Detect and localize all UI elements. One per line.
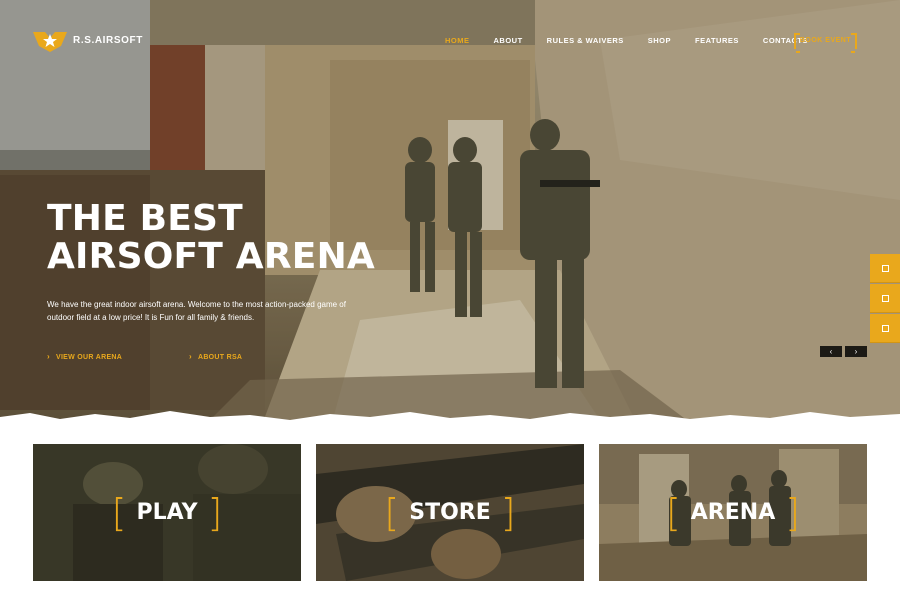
card-store[interactable]: [ STORE ] xyxy=(316,444,584,581)
card-arena-title: ARENA xyxy=(690,500,776,525)
chevron-left-icon: ‹ xyxy=(829,347,833,356)
card-play[interactable]: [ PLAY ] xyxy=(33,444,301,581)
card-arena[interactable]: [ ARENA ] xyxy=(599,444,867,581)
site-header: R.S.AIRSOFT HOME ABOUT RULES & WAIVERS S… xyxy=(0,0,900,82)
bracket-left: [ xyxy=(111,490,127,535)
nav-item-features[interactable]: FEATURES xyxy=(695,36,739,45)
bracket-right: ] xyxy=(785,490,801,535)
bracket-left: [ xyxy=(665,490,681,535)
hero-title: THE BEST AIRSOFT ARENA xyxy=(47,200,375,276)
nav-item-home[interactable]: HOME xyxy=(445,36,470,45)
brand-logo[interactable]: R.S.AIRSOFT xyxy=(33,28,143,52)
bracket-right: ] xyxy=(500,490,516,535)
nav-item-about[interactable]: ABOUT xyxy=(494,36,523,45)
view-arena-label: VIEW OUR ARENA xyxy=(55,354,123,361)
hero-title-line1: THE BEST xyxy=(47,198,243,239)
square-icon xyxy=(881,294,889,302)
main-nav: HOME ABOUT RULES & WAIVERS SHOP FEATURES… xyxy=(445,36,832,45)
card-play-title: PLAY xyxy=(136,500,198,525)
slider-prev-button[interactable]: ‹ xyxy=(820,346,842,357)
card-store-title: STORE xyxy=(409,500,491,525)
hero-description: We have the great indoor airsoft arena. … xyxy=(47,300,346,322)
slider-next-button[interactable]: › xyxy=(845,346,867,357)
book-event-button[interactable]: BOOK EVENT xyxy=(794,33,857,53)
book-event-label: BOOK EVENT xyxy=(799,37,852,44)
chevron-right-icon: › xyxy=(189,352,192,361)
square-icon xyxy=(881,264,889,272)
card-play-label: [ PLAY ] xyxy=(33,490,301,535)
torn-paper-edge xyxy=(0,411,900,430)
side-tab-3[interactable] xyxy=(870,314,900,343)
square-icon xyxy=(881,324,889,332)
star-wings-emblem-icon xyxy=(33,32,67,52)
view-arena-link[interactable]: › VIEW OUR ARENA xyxy=(47,352,122,361)
hero-title-line2: AIRSOFT ARENA xyxy=(47,236,375,277)
bracket-right: ] xyxy=(207,490,223,535)
about-rsa-link[interactable]: › ABOUT RSA xyxy=(189,352,242,361)
nav-item-rules-waivers[interactable]: RULES & WAIVERS xyxy=(547,36,624,45)
card-arena-label: [ ARENA ] xyxy=(599,490,867,535)
chevron-right-icon: › xyxy=(854,347,858,356)
chevron-right-icon: › xyxy=(47,352,50,361)
side-tab-2[interactable] xyxy=(870,284,900,313)
card-store-label: [ STORE ] xyxy=(316,490,584,535)
bracket-left: [ xyxy=(384,490,400,535)
side-tab-1[interactable] xyxy=(870,254,900,283)
brand-name: R.S.AIRSOFT xyxy=(73,34,143,46)
about-rsa-label: ABOUT RSA xyxy=(197,354,243,361)
nav-item-shop[interactable]: SHOP xyxy=(648,36,671,45)
